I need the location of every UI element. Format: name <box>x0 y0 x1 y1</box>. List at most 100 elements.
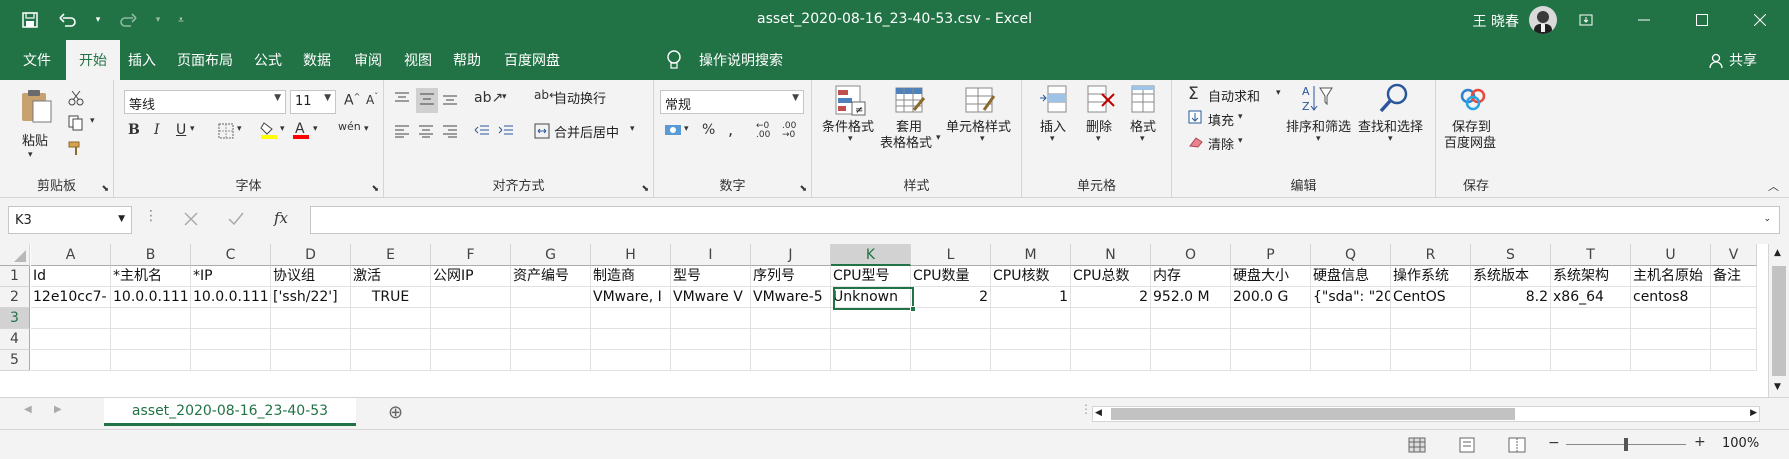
currency-dropdown-icon[interactable]: ▾ <box>684 124 689 134</box>
row-header-5[interactable]: 5 <box>0 350 30 371</box>
insert-cells-button[interactable]: 插入 <box>1040 116 1066 135</box>
format-as-table-icon[interactable] <box>894 84 926 119</box>
tab-split-handle[interactable]: ⋮ <box>1080 402 1092 416</box>
empty-cell[interactable] <box>1631 329 1711 350</box>
orientation-dropdown-icon[interactable]: ▾ <box>502 92 507 102</box>
align-left-icon[interactable] <box>394 124 410 141</box>
align-center-icon[interactable] <box>418 124 434 141</box>
empty-cell[interactable] <box>1711 350 1757 371</box>
empty-cell[interactable] <box>591 308 671 329</box>
row-header-1[interactable]: 1 <box>0 266 30 287</box>
data-cell[interactable]: {"sda": "20 <box>1311 287 1391 308</box>
empty-cell[interactable] <box>1551 350 1631 371</box>
data-cell[interactable]: centos8 <box>1631 287 1711 308</box>
font-size-dropdown-icon[interactable]: ▼ <box>324 93 331 103</box>
align-middle-icon[interactable] <box>416 88 438 113</box>
data-cell[interactable]: TRUE <box>351 287 431 308</box>
empty-cell[interactable] <box>1231 308 1311 329</box>
header-cell[interactable]: 激活 <box>351 266 431 287</box>
empty-cell[interactable] <box>431 308 511 329</box>
font-color-dropdown-icon[interactable]: ▾ <box>313 124 318 134</box>
user-name[interactable]: 王 晓春 <box>1473 11 1519 31</box>
data-cell[interactable]: VMware, I <box>591 287 671 308</box>
header-cell[interactable]: 系统版本 <box>1471 266 1551 287</box>
empty-cell[interactable] <box>991 308 1071 329</box>
number-launcher-icon[interactable]: ⬊ <box>799 184 807 194</box>
empty-cell[interactable] <box>1711 308 1757 329</box>
cell-styles-dropdown-icon[interactable]: ▾ <box>980 134 985 144</box>
align-right-icon[interactable] <box>442 124 458 141</box>
format-painter-icon[interactable] <box>68 140 84 159</box>
sort-filter-icon[interactable]: AZ <box>1300 82 1334 117</box>
column-header-r[interactable]: R <box>1391 244 1471 266</box>
page-break-view-icon[interactable] <box>1508 437 1526 456</box>
fill-handle[interactable] <box>910 306 916 312</box>
header-cell[interactable]: 公网IP <box>431 266 511 287</box>
empty-cell[interactable] <box>1711 329 1757 350</box>
empty-cell[interactable] <box>191 350 271 371</box>
format-cells-dropdown-icon[interactable]: ▾ <box>1140 134 1145 144</box>
column-header-t[interactable]: T <box>1551 244 1631 266</box>
paste-label[interactable]: 粘贴 <box>22 130 48 149</box>
header-cell[interactable]: 操作系统 <box>1391 266 1471 287</box>
fill-button[interactable]: 填充 <box>1208 110 1234 129</box>
empty-cell[interactable] <box>671 350 751 371</box>
merge-dropdown-icon[interactable]: ▾ <box>630 124 635 134</box>
format-as-table-line2[interactable]: 表格格式 <box>880 132 932 151</box>
fill-icon[interactable] <box>1188 110 1202 127</box>
insert-cells-dropdown-icon[interactable]: ▾ <box>1050 134 1055 144</box>
empty-cell[interactable] <box>111 350 191 371</box>
zoom-level[interactable]: 100% <box>1722 436 1759 451</box>
align-top-icon[interactable] <box>394 92 410 109</box>
empty-cell[interactable] <box>431 329 511 350</box>
share-button[interactable]: 共享 <box>1716 40 1770 80</box>
font-name-combo[interactable]: 等线 ▼ <box>124 90 286 114</box>
find-select-button[interactable]: 查找和选择 <box>1358 116 1423 135</box>
header-cell[interactable]: 硬盘大小 <box>1231 266 1311 287</box>
increase-font-icon[interactable]: A^ <box>344 92 360 109</box>
increase-indent-icon[interactable] <box>498 124 514 141</box>
column-header-k[interactable]: K <box>831 244 911 266</box>
row-header-3[interactable]: 3 <box>0 308 30 329</box>
column-header-p[interactable]: P <box>1231 244 1311 266</box>
format-cells-button[interactable]: 格式 <box>1130 116 1156 135</box>
format-cells-icon[interactable] <box>1128 84 1158 117</box>
column-header-b[interactable]: B <box>111 244 191 266</box>
tab-home[interactable]: 开始 <box>66 40 120 80</box>
empty-cell[interactable] <box>1311 329 1391 350</box>
name-box-dropdown-icon[interactable]: ▼ <box>118 214 125 224</box>
tab-insert[interactable]: 插入 <box>115 40 169 80</box>
scroll-right-icon[interactable]: ▶ <box>1750 408 1757 418</box>
empty-cell[interactable] <box>1391 329 1471 350</box>
tell-me-search[interactable]: 操作说明搜索 <box>686 40 796 80</box>
prev-sheet-icon[interactable]: ◀ <box>24 404 32 415</box>
column-header-c[interactable]: C <box>191 244 271 266</box>
tab-data[interactable]: 数据 <box>290 40 344 80</box>
insert-function-icon[interactable]: fx <box>274 209 288 227</box>
zoom-slider-thumb[interactable] <box>1624 438 1628 451</box>
column-header-f[interactable]: F <box>431 244 511 266</box>
autosum-dropdown-icon[interactable]: ▾ <box>1276 88 1281 98</box>
delete-cells-dropdown-icon[interactable]: ▾ <box>1096 134 1101 144</box>
empty-cell[interactable] <box>351 308 431 329</box>
empty-cell[interactable] <box>1151 329 1231 350</box>
save-to-line2[interactable]: 百度网盘 <box>1444 132 1496 151</box>
empty-cell[interactable] <box>111 329 191 350</box>
scroll-left-icon[interactable]: ◀ <box>1095 408 1102 418</box>
italic-icon[interactable]: I <box>154 122 160 138</box>
merge-center-button[interactable]: 合并后居中 <box>554 122 619 141</box>
decrease-indent-icon[interactable] <box>474 124 490 141</box>
cell-styles-button[interactable]: 单元格样式 <box>946 116 1011 135</box>
cut-icon[interactable] <box>68 90 84 109</box>
column-header-u[interactable]: U <box>1631 244 1711 266</box>
empty-cell[interactable] <box>911 308 991 329</box>
copy-dropdown-icon[interactable]: ▾ <box>90 116 95 126</box>
data-cell[interactable]: 12e10cc7- <box>31 287 111 308</box>
header-cell[interactable]: Id <box>31 266 111 287</box>
data-cell[interactable]: 952.0 M <box>1151 287 1231 308</box>
empty-cell[interactable] <box>591 350 671 371</box>
data-cell[interactable]: 2 <box>911 287 991 308</box>
tab-baidu-pan[interactable]: 百度网盘 <box>491 40 573 80</box>
data-cell[interactable]: 8.2 <box>1471 287 1551 308</box>
header-cell[interactable]: CPU数量 <box>911 266 991 287</box>
